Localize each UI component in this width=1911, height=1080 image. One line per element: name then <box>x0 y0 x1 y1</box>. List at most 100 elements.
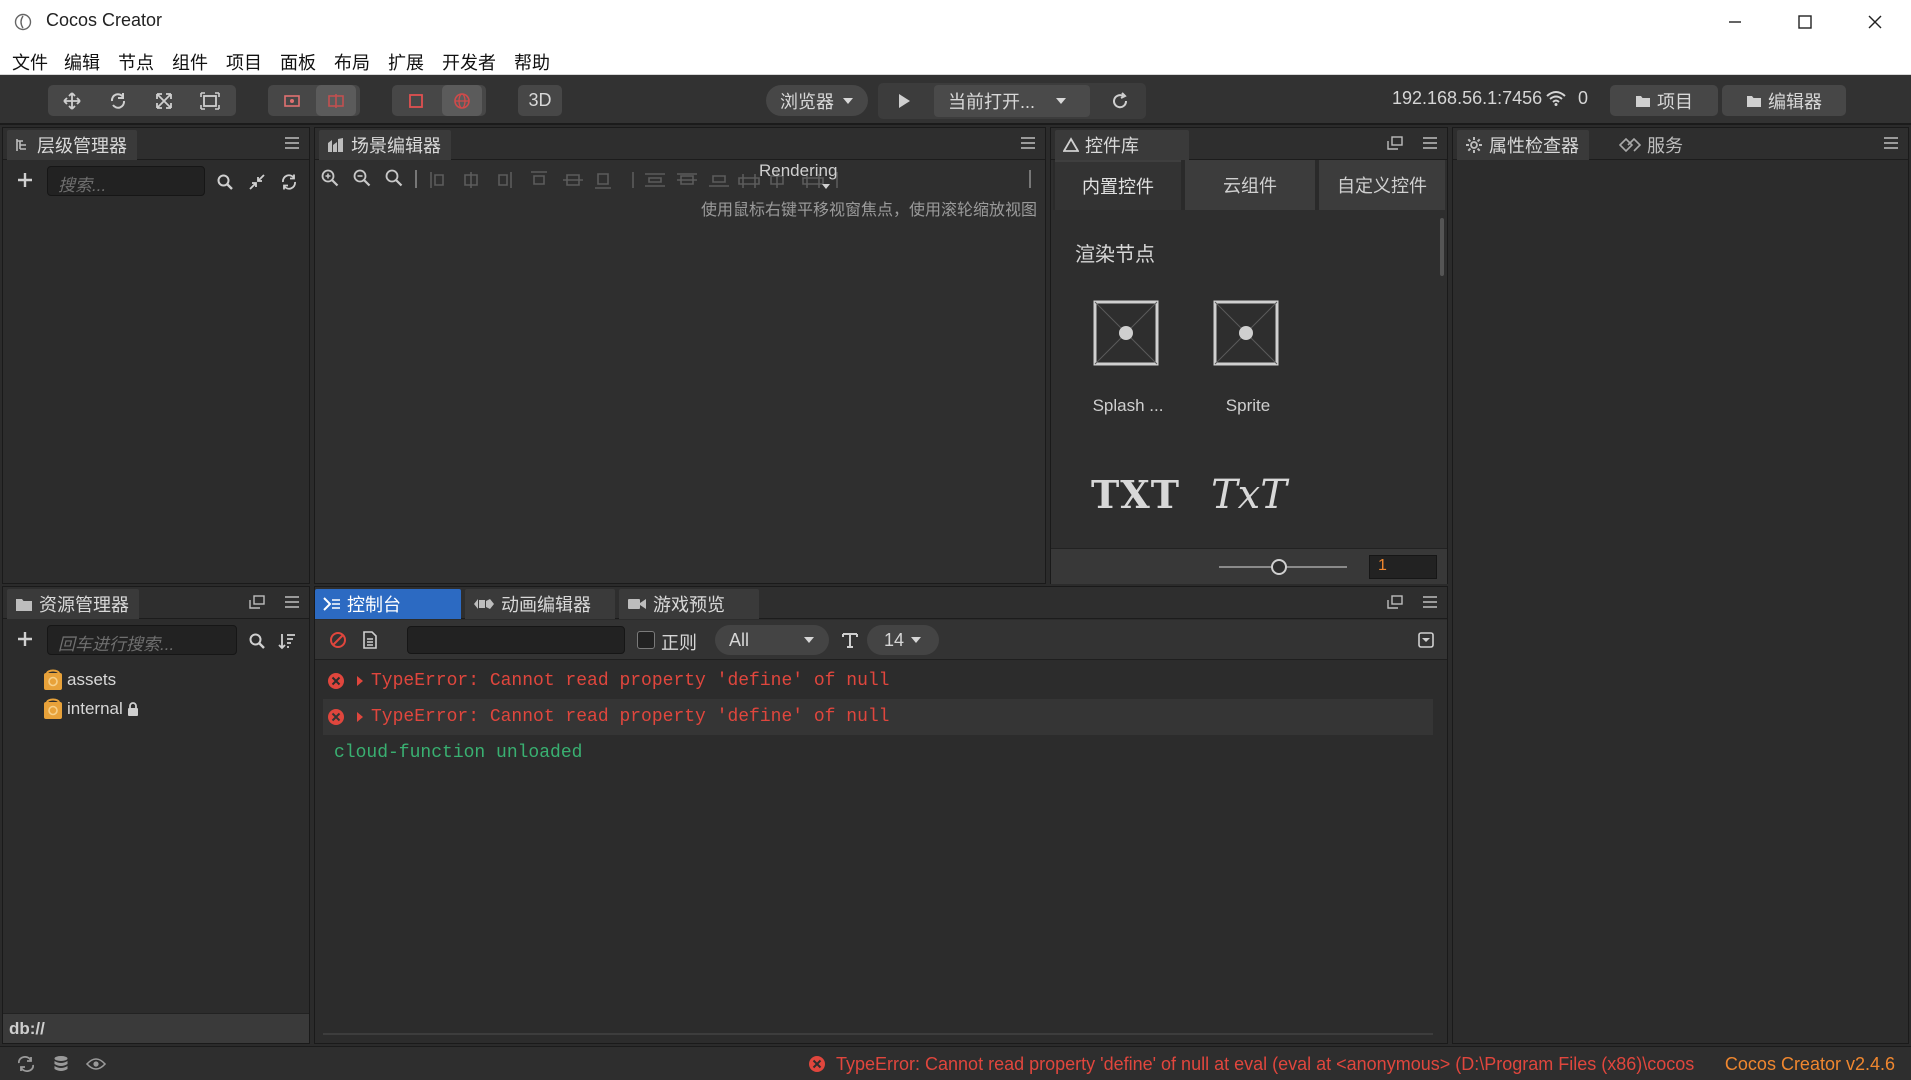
rotate-tool-button[interactable] <box>100 85 136 116</box>
font-size-select[interactable]: 14 <box>867 625 939 655</box>
menu-developer[interactable]: 开发者 <box>442 49 496 75</box>
menu-bar: 文件 编辑 节点 组件 项目 面板 布局 扩展 开发者 帮助 <box>0 44 1911 75</box>
log-row-error[interactable]: TypeError: Cannot read property 'define'… <box>323 663 1433 699</box>
tab-hierarchy[interactable]: 层级管理器 <box>7 130 137 160</box>
scale-input[interactable]: 1 <box>1369 555 1437 579</box>
search-icon[interactable] <box>247 631 267 651</box>
tab-inspector[interactable]: 属性检查器 <box>1457 130 1589 160</box>
panel-menu-icon[interactable] <box>1019 136 1037 150</box>
open-project-button[interactable]: 项目 <box>1610 85 1718 116</box>
rect-tool-button[interactable] <box>192 85 228 116</box>
scale-slider-handle[interactable] <box>1271 559 1287 575</box>
tab-scene-editor[interactable]: 场景编辑器 <box>319 130 451 160</box>
caret-right-icon[interactable] <box>355 675 365 687</box>
clear-console-button[interactable] <box>327 629 349 651</box>
rendering-label[interactable]: Rendering <box>759 161 837 181</box>
zoom-in-icon[interactable] <box>319 168 341 188</box>
eye-icon[interactable] <box>86 1055 106 1073</box>
menu-extension[interactable]: 扩展 <box>388 49 424 75</box>
minimize-button[interactable] <box>1700 0 1770 44</box>
popout-icon[interactable] <box>1387 595 1403 609</box>
zoom-out-icon[interactable] <box>351 168 373 188</box>
widget-item-label[interactable]: TXT <box>1091 472 1180 517</box>
console-tabstrip: 控制台 动画编辑器 游戏预览 <box>315 587 1447 619</box>
log-level-value: All <box>729 629 750 650</box>
menu-layout[interactable]: 布局 <box>334 49 370 75</box>
panel-menu-icon[interactable] <box>1882 136 1900 150</box>
sync-icon[interactable] <box>16 1055 36 1073</box>
maximize-button[interactable] <box>1770 0 1840 44</box>
regex-checkbox[interactable] <box>637 631 655 649</box>
tab-animation-editor[interactable]: 动画编辑器 <box>465 589 615 619</box>
popout-icon[interactable] <box>1387 136 1403 150</box>
panel-menu-icon[interactable] <box>1421 595 1439 609</box>
scrollbar-thumb[interactable] <box>1440 218 1444 276</box>
subtab-cloud[interactable]: 云组件 <box>1185 160 1315 210</box>
refresh-button[interactable] <box>1100 85 1140 117</box>
menu-file[interactable]: 文件 <box>12 49 48 75</box>
add-node-button[interactable] <box>15 170 35 190</box>
panel-menu-icon[interactable] <box>283 595 301 609</box>
assets-search-input[interactable]: 回车进行搜索... <box>47 625 237 655</box>
tab-widgets[interactable]: 控件库 <box>1055 130 1189 160</box>
log-level-select[interactable]: All <box>715 625 829 655</box>
add-asset-button[interactable] <box>15 629 35 649</box>
menu-node[interactable]: 节点 <box>118 49 154 75</box>
open-editor-button[interactable]: 编辑器 <box>1722 85 1846 116</box>
widget-item-sprite-label: Sprite <box>1225 396 1271 415</box>
scale-tool-button[interactable] <box>146 85 182 116</box>
tree-item-internal[interactable]: internal <box>43 698 139 720</box>
log-row-info[interactable]: cloud-function unloaded <box>323 735 1433 771</box>
pivot-button[interactable] <box>272 85 312 116</box>
popout-icon[interactable] <box>249 595 265 609</box>
panel-menu-icon[interactable] <box>1421 136 1439 150</box>
move-tool-button[interactable] <box>54 85 90 116</box>
widget-item-sprite[interactable] <box>1213 300 1279 366</box>
status-error-text[interactable]: TypeError: Cannot read property 'define'… <box>836 1054 1698 1075</box>
zoom-reset-icon[interactable] <box>383 168 405 188</box>
caret-right-icon[interactable] <box>355 711 365 723</box>
widget-item-splash[interactable] <box>1093 300 1159 366</box>
preview-platform-select[interactable]: 浏览器 <box>766 85 868 116</box>
subtab-custom[interactable]: 自定义控件 <box>1319 160 1445 210</box>
console-filter-input[interactable] <box>407 626 625 654</box>
menu-component[interactable]: 组件 <box>172 49 208 75</box>
panel-menu-icon[interactable] <box>283 136 301 150</box>
play-button[interactable] <box>884 85 924 117</box>
widgets-panel: 控件库 内置控件 云组件 自定义控件 渲染节点 Splash ... Sprit… <box>1050 127 1448 584</box>
menu-edit[interactable]: 编辑 <box>64 49 100 75</box>
tab-game-preview[interactable]: 游戏预览 <box>619 589 759 619</box>
tree-item-assets[interactable]: assets <box>43 669 116 691</box>
menu-help[interactable]: 帮助 <box>514 49 550 75</box>
center-button[interactable] <box>316 85 356 116</box>
tab-assets[interactable]: 资源管理器 <box>7 589 139 619</box>
toggle-3d-button[interactable]: 3D <box>518 85 562 116</box>
horizontal-scrollbar[interactable] <box>323 1033 1433 1035</box>
hierarchy-search-input[interactable]: 搜索... <box>47 166 205 196</box>
close-button[interactable] <box>1840 0 1910 44</box>
refresh-icon[interactable] <box>279 172 299 192</box>
scene-select[interactable]: 当前打开... <box>934 85 1090 117</box>
widget-item-richtext[interactable]: TxT <box>1211 472 1287 518</box>
log-row-error[interactable]: TypeError: Cannot read property 'define'… <box>323 699 1433 735</box>
ip-address[interactable]: 192.168.56.1:7456 <box>1392 88 1542 109</box>
menu-project[interactable]: 项目 <box>226 49 262 75</box>
tab-console[interactable]: 控制台 <box>315 589 461 619</box>
global-space-button[interactable] <box>442 85 482 116</box>
assets-tabstrip: 资源管理器 <box>3 587 309 619</box>
open-log-file-button[interactable] <box>359 629 381 651</box>
local-space-button[interactable] <box>396 85 436 116</box>
search-icon[interactable] <box>215 172 235 192</box>
scene-viewport[interactable] <box>315 224 1045 583</box>
subtab-builtin[interactable]: 内置控件 <box>1055 160 1181 210</box>
sort-icon[interactable] <box>277 631 297 651</box>
tab-services[interactable]: 服务 <box>1611 130 1693 160</box>
menu-panel[interactable]: 面板 <box>280 49 316 75</box>
folder-icon <box>1747 95 1761 107</box>
database-stack-icon[interactable] <box>52 1055 70 1073</box>
collapse-all-icon[interactable] <box>247 172 267 192</box>
preview-platform-label: 浏览器 <box>780 91 834 112</box>
chevron-down-icon[interactable] <box>821 183 831 190</box>
clear-icon <box>330 632 346 648</box>
collapse-toggle-icon[interactable] <box>1417 631 1435 649</box>
